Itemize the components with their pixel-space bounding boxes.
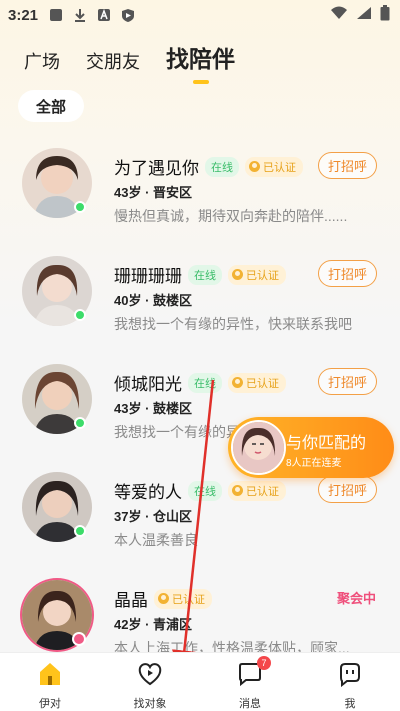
download-icon [72, 7, 88, 23]
age-location: 43岁 · 鼓楼区 [114, 401, 193, 416]
wifi-icon [330, 6, 348, 24]
list-item[interactable]: 珊珊珊珊 在线 已认证 打招呼 40岁 · 鼓楼区 我想找一个有缘的异性，快来联… [0, 246, 400, 354]
online-status-dot [74, 525, 86, 537]
name-row: 为了遇见你 在线 已认证 [114, 154, 303, 179]
nav-home[interactable]: 伊对 [0, 653, 100, 711]
verified-icon [158, 593, 169, 604]
tab-find-companion[interactable]: 找陪伴 [166, 40, 235, 84]
verified-badge: 已认证 [228, 480, 286, 501]
top-tabs: 广场 交朋友 找陪伴 [24, 40, 235, 84]
match-avatar [231, 420, 286, 475]
nav-messages[interactable]: 7 消息 [200, 653, 300, 711]
user-name: 珊珊珊珊 [114, 267, 182, 286]
greet-button[interactable]: 打招呼 [318, 368, 377, 395]
age-location: 42岁 · 青浦区 [114, 617, 193, 632]
nav-label: 伊对 [39, 698, 61, 710]
companion-list: 为了遇见你 在线 已认证 打招呼 43岁 · 晋安区 慢热但真诚，期待双向奔赴的… [0, 138, 400, 678]
battery-icon [380, 5, 390, 25]
nav-me[interactable]: 我 [300, 653, 400, 711]
online-status-dot [74, 417, 86, 429]
verified-badge: 已认证 [245, 156, 303, 177]
verified-badge: 已认证 [154, 588, 212, 609]
online-badge: 在线 [205, 156, 239, 177]
verified-icon [249, 161, 260, 172]
user-name: 倾城阳光 [114, 375, 182, 394]
nav-find-partner[interactable]: 找对象 [100, 653, 200, 711]
nav-label: 消息 [239, 698, 261, 710]
user-name: 等爱的人 [114, 483, 182, 502]
user-name: 晶晶 [114, 591, 148, 610]
message-count-badge: 7 [257, 656, 271, 670]
tab-label: 广场 [24, 52, 60, 72]
verified-label: 已认证 [263, 161, 296, 174]
tab-square[interactable]: 广场 [24, 48, 60, 74]
verified-icon [232, 377, 243, 388]
greet-button[interactable]: 打招呼 [318, 152, 377, 179]
online-badge: 在线 [188, 372, 222, 393]
age-location: 40岁 · 鼓楼区 [114, 293, 193, 308]
app-notification-icon [48, 7, 64, 23]
match-subtitle: 8人正在连麦 [286, 458, 342, 469]
tab-label: 交朋友 [86, 52, 140, 72]
status-time: 3:21 [8, 6, 39, 24]
font-app-icon [96, 7, 112, 23]
bottom-nav: 伊对 找对象 7 消息 我 [0, 652, 400, 711]
filter-all-chip[interactable]: 全部 [18, 90, 84, 122]
nav-label: 我 [344, 698, 356, 710]
bio-text: 慢热但真诚，期待双向奔赴的陪伴...... [114, 208, 348, 224]
heart-play-icon [137, 661, 163, 692]
list-item[interactable]: 为了遇见你 在线 已认证 打招呼 43岁 · 晋安区 慢热但真诚，期待双向奔赴的… [0, 138, 400, 246]
cell-signal-icon [356, 6, 372, 24]
verified-icon [232, 269, 243, 280]
greet-button[interactable]: 打招呼 [318, 260, 377, 287]
verified-badge: 已认证 [228, 372, 286, 393]
list-item[interactable]: 等爱的人 在线 已认证 打招呼 37岁 · 仓山区 本人温柔善良 [0, 462, 400, 570]
profile-face-icon [337, 661, 363, 692]
shield-play-icon [120, 7, 136, 23]
tab-label: 找陪伴 [166, 46, 235, 72]
verified-label: 已认证 [172, 593, 205, 606]
age-location: 43岁 · 晋安区 [114, 185, 193, 200]
name-row: 珊珊珊珊 在线 已认证 [114, 262, 286, 287]
home-icon [37, 661, 63, 692]
online-status-dot [74, 309, 86, 321]
party-status: 聚会中 [337, 591, 377, 606]
nav-label: 找对象 [133, 698, 167, 710]
greet-button[interactable]: 打招呼 [318, 476, 377, 503]
user-name: 为了遇见你 [114, 159, 199, 178]
status-bar: 3:21 [0, 0, 400, 30]
active-tab-indicator [192, 80, 209, 84]
bio-text: 我想找一个有缘的异性，快来联系我吧 [114, 316, 352, 332]
bio-text: 本人温柔善良 [114, 532, 198, 548]
match-title: 与你匹配的 [286, 435, 367, 452]
name-row: 等爱的人 在线 已认证 [114, 478, 286, 503]
verified-badge: 已认证 [228, 264, 286, 285]
name-row: 倾城阳光 在线 已认证 [114, 370, 286, 395]
match-banner[interactable]: 与你匹配的 8人正在连麦 [228, 417, 394, 478]
verified-label: 已认证 [246, 269, 279, 282]
online-badge: 在线 [188, 264, 222, 285]
tab-make-friends[interactable]: 交朋友 [86, 48, 140, 74]
online-status-dot [74, 201, 86, 213]
verified-icon [232, 485, 243, 496]
live-status-icon [72, 632, 86, 646]
age-location: 37岁 · 仓山区 [114, 509, 193, 524]
verified-label: 已认证 [246, 485, 279, 498]
verified-label: 已认证 [246, 377, 279, 390]
name-row: 晶晶 已认证 [114, 586, 212, 611]
online-badge: 在线 [188, 480, 222, 501]
